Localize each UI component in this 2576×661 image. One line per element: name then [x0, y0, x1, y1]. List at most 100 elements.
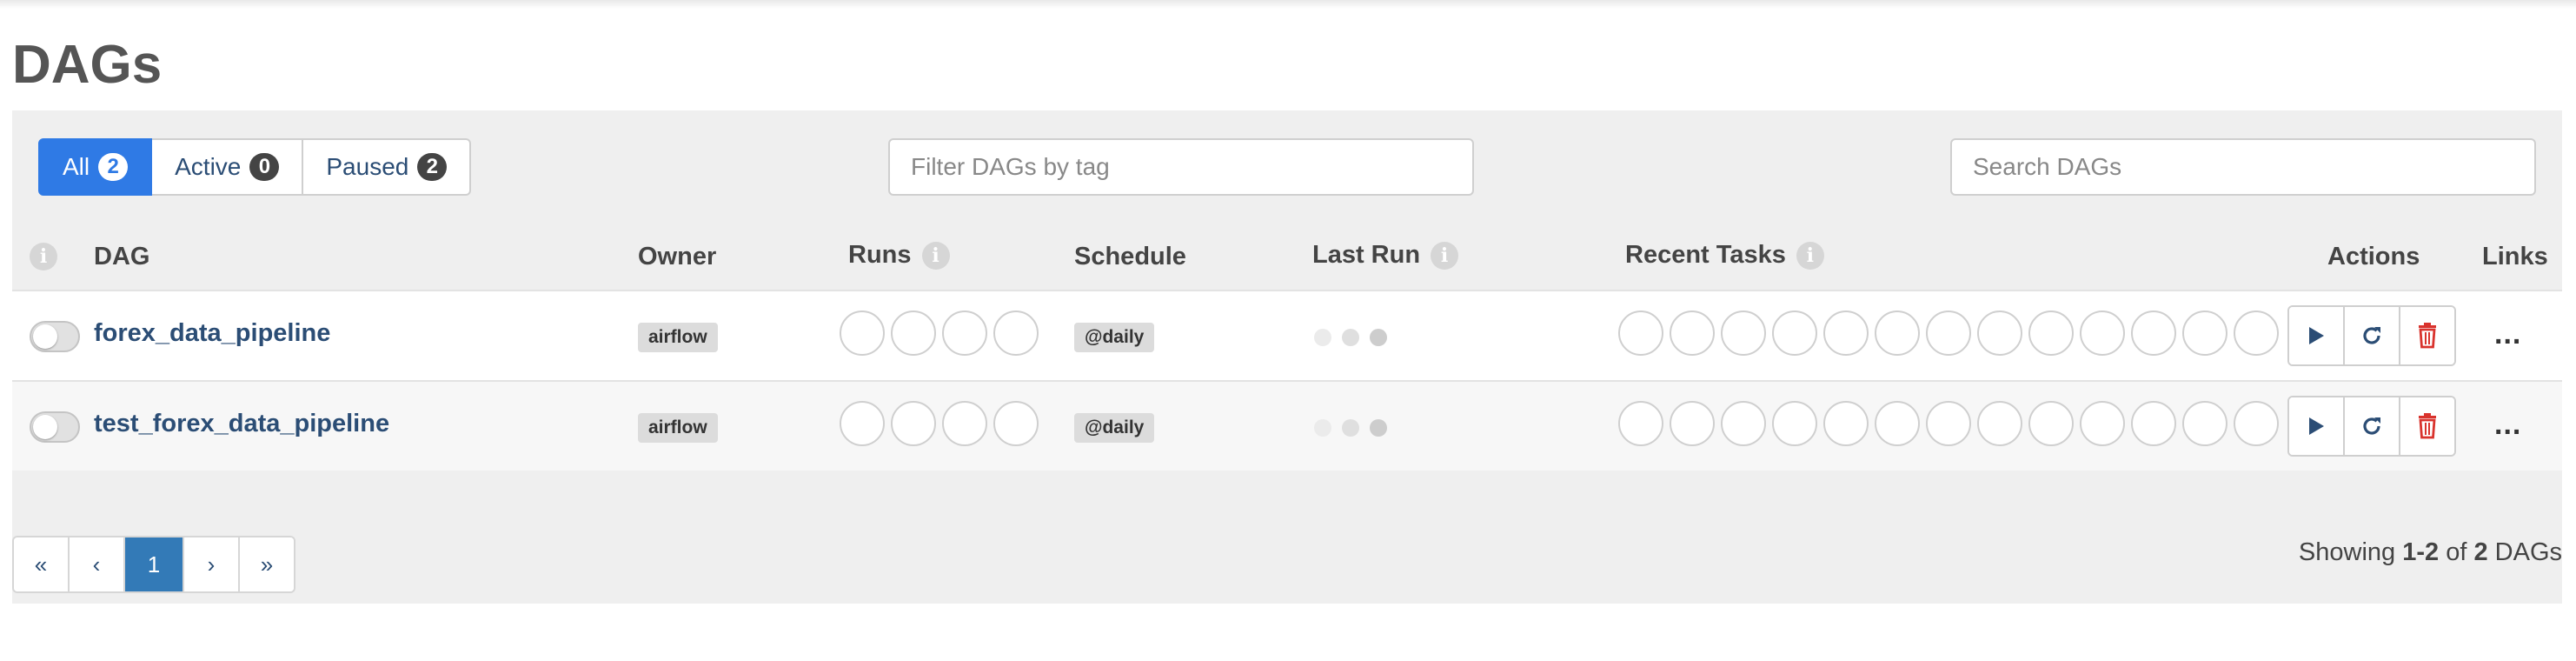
- tab-paused-count: 2: [417, 153, 448, 181]
- delete-dag-button[interactable]: [2399, 307, 2454, 364]
- toggle-knob: [33, 415, 57, 439]
- trigger-dag-button[interactable]: [2289, 397, 2343, 455]
- task-state-circle[interactable]: [1926, 310, 1971, 356]
- run-state-circle[interactable]: [891, 310, 936, 356]
- task-state-circle[interactable]: [1721, 310, 1766, 356]
- header-links: Links: [2482, 243, 2548, 271]
- last-run-loading: [1314, 419, 1387, 437]
- last-page-button[interactable]: »: [238, 537, 294, 591]
- schedule-tag[interactable]: @daily: [1074, 323, 1155, 352]
- more-links-icon[interactable]: ...: [2494, 408, 2521, 442]
- loading-dot: [1342, 329, 1359, 346]
- trash-icon: [2419, 323, 2436, 349]
- header-recent-tasks: Recent Tasks i: [1625, 241, 1824, 270]
- task-state-circle[interactable]: [1618, 401, 1663, 446]
- task-state-circle[interactable]: [1670, 310, 1715, 356]
- runs-info-icon[interactable]: i: [921, 241, 950, 270]
- task-state-circle[interactable]: [1977, 401, 2022, 446]
- task-state-circle[interactable]: [1670, 401, 1715, 446]
- prev-page-button[interactable]: ‹: [68, 537, 123, 591]
- task-state-circle[interactable]: [2080, 310, 2125, 356]
- tab-active-count: 0: [249, 153, 280, 181]
- task-state-circle[interactable]: [1772, 310, 1817, 356]
- last-run-info-icon[interactable]: i: [1431, 241, 1459, 270]
- search-dags-input[interactable]: [1950, 138, 2536, 196]
- task-state-circle[interactable]: [1875, 310, 1920, 356]
- task-state-circle[interactable]: [2028, 401, 2074, 446]
- actions-group: [2287, 396, 2456, 457]
- task-state-circle[interactable]: [1823, 401, 1869, 446]
- play-icon: [2309, 327, 2324, 344]
- run-state-circle[interactable]: [840, 401, 885, 446]
- last-run-loading: [1314, 329, 1387, 346]
- play-icon: [2309, 417, 2324, 435]
- tab-all[interactable]: All 2: [38, 138, 153, 196]
- task-state-circle[interactable]: [1823, 310, 1869, 356]
- tab-paused[interactable]: Paused 2: [303, 138, 472, 196]
- showing-of: of: [2446, 538, 2467, 566]
- page-title: DAGs: [12, 35, 163, 95]
- current-page-button[interactable]: 1: [123, 537, 183, 591]
- task-state-circle[interactable]: [1772, 401, 1817, 446]
- next-page-button[interactable]: ›: [183, 537, 238, 591]
- run-state-circle[interactable]: [993, 401, 1039, 446]
- task-state-circle[interactable]: [2131, 310, 2176, 356]
- run-state-circle[interactable]: [891, 401, 936, 446]
- top-nav-shadow: [0, 0, 2576, 9]
- first-page-button[interactable]: «: [14, 537, 68, 591]
- task-state-circle[interactable]: [2234, 310, 2279, 356]
- header-owner[interactable]: Owner: [638, 243, 716, 271]
- task-state-circle[interactable]: [2234, 401, 2279, 446]
- header-info: i: [30, 243, 57, 270]
- loading-dot: [1314, 419, 1331, 437]
- refresh-dag-button[interactable]: [2343, 307, 2399, 364]
- tag-filter-input[interactable]: [888, 138, 1474, 196]
- pause-toggle[interactable]: [30, 411, 80, 443]
- run-state-circle[interactable]: [942, 310, 987, 356]
- header-actions: Actions: [2327, 243, 2420, 271]
- header-runs-label: Runs: [848, 241, 912, 269]
- dag-link[interactable]: forex_data_pipeline: [94, 319, 330, 348]
- runs-status-circles: [840, 401, 1039, 446]
- header-dag[interactable]: DAG: [94, 243, 149, 271]
- more-links-icon[interactable]: ...: [2494, 317, 2521, 351]
- header-recent-tasks-label: Recent Tasks: [1625, 241, 1786, 269]
- loading-dot: [1370, 419, 1387, 437]
- tab-active[interactable]: Active 0: [152, 138, 304, 196]
- showing-prefix: Showing: [2298, 538, 2396, 566]
- tab-paused-label: Paused: [326, 153, 409, 180]
- pause-toggle[interactable]: [30, 321, 80, 352]
- tab-all-count: 2: [98, 153, 129, 181]
- task-state-circle[interactable]: [1618, 310, 1663, 356]
- trash-icon: [2419, 413, 2436, 439]
- task-state-circle[interactable]: [2080, 401, 2125, 446]
- recent-tasks-info-icon[interactable]: i: [1796, 241, 1824, 270]
- showing-total: 2: [2473, 538, 2488, 566]
- dag-link[interactable]: test_forex_data_pipeline: [94, 410, 389, 438]
- task-state-circle[interactable]: [2028, 310, 2074, 356]
- task-state-circle[interactable]: [2182, 401, 2227, 446]
- task-state-circle[interactable]: [2182, 310, 2227, 356]
- owner-tag[interactable]: airflow: [638, 323, 718, 352]
- owner-tag[interactable]: airflow: [638, 413, 718, 443]
- task-state-circle[interactable]: [1875, 401, 1920, 446]
- run-state-circle[interactable]: [840, 310, 885, 356]
- header-last-run-label: Last Run: [1312, 241, 1421, 269]
- task-state-circle[interactable]: [1721, 401, 1766, 446]
- schedule-tag[interactable]: @daily: [1074, 413, 1155, 443]
- task-state-circle[interactable]: [2131, 401, 2176, 446]
- table-row: forex_data_pipeline airflow @daily ...: [12, 290, 2562, 380]
- refresh-dag-button[interactable]: [2343, 397, 2399, 455]
- run-state-circle[interactable]: [993, 310, 1039, 356]
- runs-status-circles: [840, 310, 1039, 356]
- task-state-circle[interactable]: [1926, 401, 1971, 446]
- header-dag-label: DAG: [94, 243, 150, 270]
- header-links-label: Links: [2482, 243, 2548, 270]
- trigger-dag-button[interactable]: [2289, 307, 2343, 364]
- header-actions-label: Actions: [2327, 243, 2420, 270]
- delete-dag-button[interactable]: [2399, 397, 2454, 455]
- task-state-circle[interactable]: [1977, 310, 2022, 356]
- info-icon[interactable]: i: [30, 243, 57, 270]
- refresh-icon: [2363, 327, 2380, 344]
- run-state-circle[interactable]: [942, 401, 987, 446]
